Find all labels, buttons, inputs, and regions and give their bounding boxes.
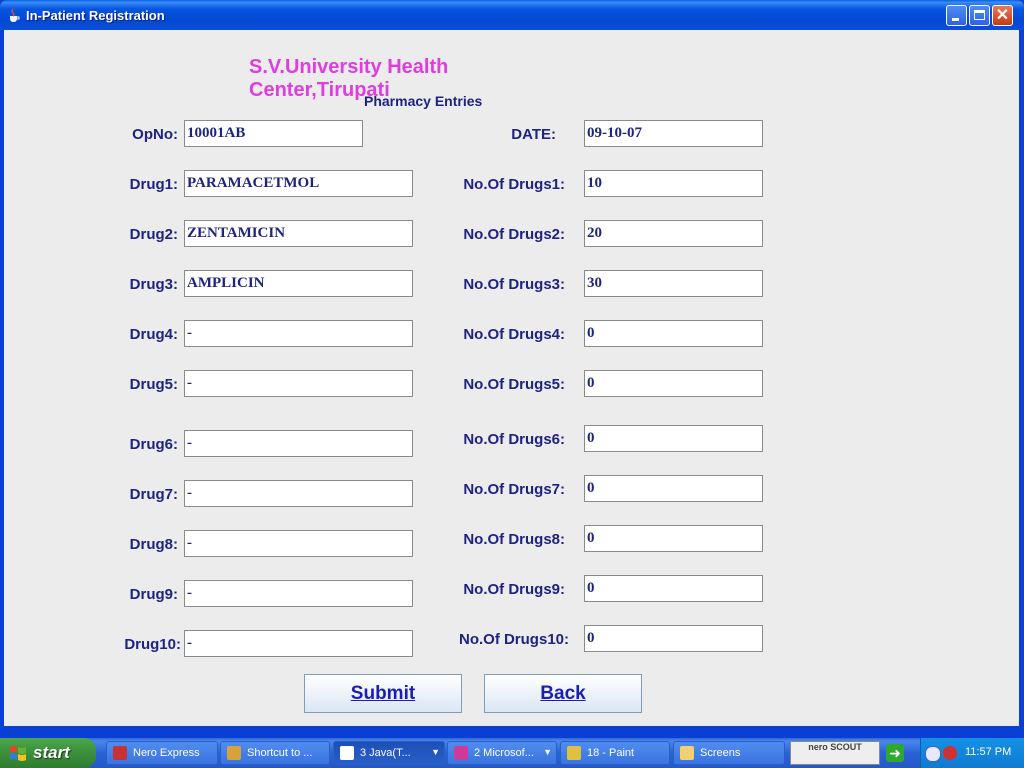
date-label: DATE: (511, 126, 556, 143)
arrow-right-icon[interactable]: ➜ (886, 744, 904, 762)
close-icon: ✕ (995, 7, 1010, 24)
taskbar-item-paint[interactable]: 18 - Paint (560, 741, 670, 765)
taskbar-item-label: 2 Microsof... (474, 747, 534, 759)
drug1-label: Drug1: (129, 176, 178, 193)
java-cup-icon (10, 8, 20, 22)
drug4-count-field[interactable] (584, 320, 763, 347)
drug9-count-field[interactable] (584, 575, 763, 602)
drug10-field[interactable] (184, 630, 413, 657)
drug2-count-field[interactable] (584, 220, 763, 247)
drug7-count-label: No.Of Drugs7: (463, 481, 565, 498)
drug8-count-label: No.Of Drugs8: (463, 531, 565, 548)
maximize-icon (974, 10, 985, 20)
drug10-count-field[interactable] (584, 625, 763, 652)
antivirus-icon[interactable] (943, 746, 957, 760)
taskbar-item-microsoft[interactable]: 2 Microsof... ▼ (447, 741, 557, 765)
back-button[interactable]: Back (484, 674, 642, 713)
taskbar-item-label: 18 - Paint (587, 747, 635, 759)
drug1-field[interactable] (184, 170, 413, 197)
windows-logo-icon (10, 746, 26, 761)
title-bar[interactable]: In-Patient Registration ✕ (0, 0, 1024, 30)
taskbar-item-label: Nero Express (133, 747, 200, 759)
java-window-icon (340, 746, 354, 760)
taskbar-item-label: Shortcut to ... (247, 747, 313, 759)
submit-button[interactable]: Submit (304, 674, 462, 713)
taskbar-item-shortcut[interactable]: Shortcut to ... (220, 741, 330, 765)
taskbar-item-label: Screens (700, 747, 741, 759)
drug3-field[interactable] (184, 270, 413, 297)
form-panel: S.V.University Health Center,Tirupati Ph… (4, 30, 1019, 726)
drug4-label: Drug4: (129, 326, 178, 343)
drug2-label: Drug2: (129, 226, 178, 243)
nero-icon (113, 746, 127, 760)
drug7-field[interactable] (184, 480, 413, 507)
drug9-field[interactable] (184, 580, 413, 607)
drug3-label: Drug3: (129, 276, 178, 293)
taskbar-item-screens[interactable]: Screens (673, 741, 785, 765)
drug7-count-field[interactable] (584, 475, 763, 502)
drug6-field[interactable] (184, 430, 413, 457)
drug2-field[interactable] (184, 220, 413, 247)
nero-scout-toolbar[interactable]: nero SCOUT (790, 741, 880, 765)
drug3-count-field[interactable] (584, 270, 763, 297)
paint-icon (567, 746, 581, 760)
chevron-left-icon[interactable] (925, 746, 941, 762)
drug3-count-label: No.Of Drugs3: (463, 276, 565, 293)
drug5-count-label: No.Of Drugs5: (463, 376, 565, 393)
drug2-count-label: No.Of Drugs2: (463, 226, 565, 243)
drug5-field[interactable] (184, 370, 413, 397)
close-button[interactable]: ✕ (992, 5, 1013, 26)
drug10-label: Drug10: (124, 636, 181, 653)
minimize-icon (952, 18, 959, 21)
drug9-count-label: No.Of Drugs9: (463, 581, 565, 598)
clock[interactable]: 11:57 PM (965, 746, 1011, 758)
chevron-down-icon: ▼ (543, 747, 552, 757)
taskbar-item-nero-express[interactable]: Nero Express (106, 741, 218, 765)
drug8-label: Drug8: (129, 536, 178, 553)
drug10-count-label: No.Of Drugs10: (458, 631, 569, 648)
taskbar-item-java[interactable]: 3 Java(T... ▼ (333, 741, 445, 765)
chevron-down-icon: ▼ (431, 747, 440, 757)
drug7-label: Drug7: (129, 486, 178, 503)
folder-icon (680, 746, 694, 760)
taskbar: start Nero Express Shortcut to ... 3 Jav… (0, 738, 1024, 768)
drug6-count-field[interactable] (584, 425, 763, 452)
opno-field[interactable] (184, 120, 363, 147)
start-button[interactable]: start (0, 738, 96, 768)
drug6-count-label: No.Of Drugs6: (463, 431, 565, 448)
drug4-field[interactable] (184, 320, 413, 347)
drug5-label: Drug5: (129, 376, 178, 393)
minimize-button[interactable] (946, 5, 967, 26)
drug8-field[interactable] (184, 530, 413, 557)
drug1-count-field[interactable] (584, 170, 763, 197)
window-title: In-Patient Registration (26, 8, 165, 23)
date-field[interactable] (584, 120, 763, 147)
drug5-count-field[interactable] (584, 370, 763, 397)
drug9-label: Drug9: (129, 586, 178, 603)
section-title: Pharmacy Entries (364, 93, 483, 109)
drug6-label: Drug6: (129, 436, 178, 453)
application-window: In-Patient Registration ✕ S.V.University… (0, 0, 1024, 738)
word-icon (454, 746, 468, 760)
drug1-count-label: No.Of Drugs1: (463, 176, 565, 193)
shortcut-icon (227, 746, 241, 760)
taskbar-item-label: 3 Java(T... (360, 747, 411, 759)
start-label: start (33, 743, 70, 762)
system-tray: 11:57 PM (920, 738, 1024, 768)
drug8-count-field[interactable] (584, 525, 763, 552)
maximize-button[interactable] (969, 5, 990, 26)
opno-label: OpNo: (132, 126, 178, 143)
drug4-count-label: No.Of Drugs4: (463, 326, 565, 343)
